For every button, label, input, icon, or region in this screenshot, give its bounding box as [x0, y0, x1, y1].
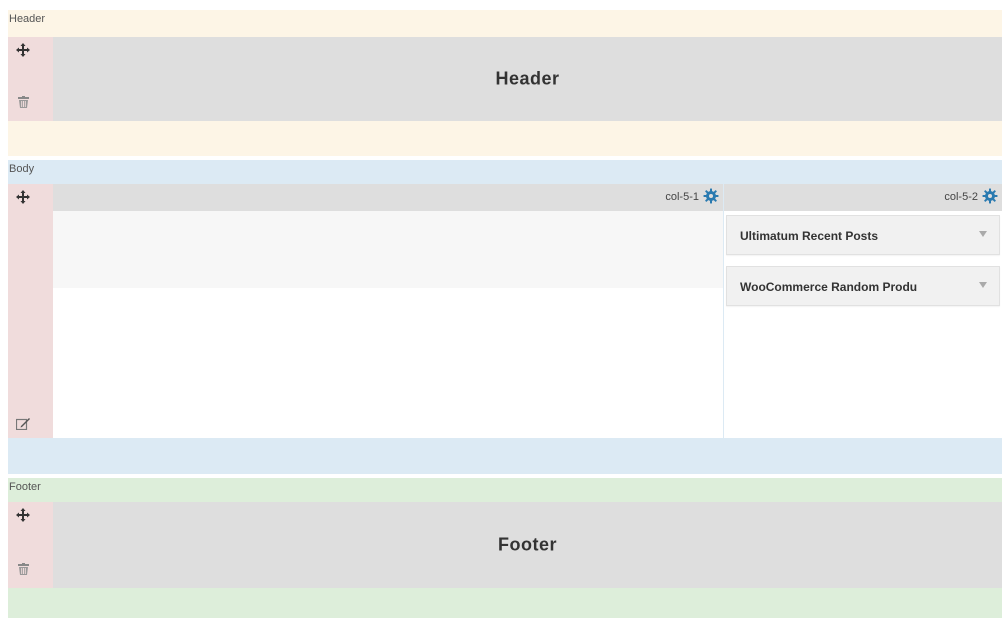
widget-title: Ultimatum Recent Posts [740, 229, 879, 243]
move-icon[interactable] [14, 41, 32, 59]
column-header: col-5-2 [724, 184, 1002, 211]
section-label: Footer [9, 481, 41, 493]
block-title: Header [495, 68, 560, 89]
footer-row: Footer [8, 502, 1002, 588]
header-block[interactable]: Header [53, 37, 1002, 121]
widget-item[interactable]: Ultimatum Recent Posts [726, 215, 1000, 255]
row-handle-column [8, 184, 53, 438]
move-icon[interactable] [14, 506, 32, 524]
body-section: Body col-5-1 col-5-2 Ultimatum Recent Po… [8, 160, 1002, 474]
trash-icon[interactable] [14, 560, 32, 578]
footer-block[interactable]: Footer [53, 502, 1002, 588]
column-drop-area[interactable]: Ultimatum Recent Posts WooCommerce Rando… [724, 211, 1002, 438]
move-icon[interactable] [14, 188, 32, 206]
column-name: col-5-2 [944, 191, 978, 203]
column-drop-area[interactable] [53, 211, 723, 438]
gear-icon[interactable] [982, 188, 998, 204]
gear-icon[interactable] [703, 188, 719, 204]
column-name: col-5-1 [665, 191, 699, 203]
edit-icon[interactable] [14, 414, 32, 432]
header-row: Header [8, 37, 1002, 121]
column-placeholder [53, 211, 723, 288]
body-row: col-5-1 col-5-2 Ultimatum Recent Posts W… [8, 184, 1002, 438]
widget-item[interactable]: WooCommerce Random Produ [726, 266, 1000, 306]
row-handle-column [8, 37, 53, 121]
row-handle-column [8, 502, 53, 588]
caret-down-icon[interactable] [979, 231, 987, 237]
block-title: Footer [498, 534, 557, 555]
trash-icon[interactable] [14, 93, 32, 111]
caret-down-icon[interactable] [979, 282, 987, 288]
footer-section: Footer Footer [8, 478, 1002, 618]
section-label: Header [9, 13, 46, 25]
section-label: Body [9, 163, 35, 175]
header-section: Header Header [8, 10, 1002, 156]
widget-title: WooCommerce Random Produ [740, 280, 918, 294]
column-header: col-5-1 [53, 184, 723, 211]
layout-editor: Header Header Body col-5-1 col-5-2 Ultim… [0, 0, 1002, 618]
